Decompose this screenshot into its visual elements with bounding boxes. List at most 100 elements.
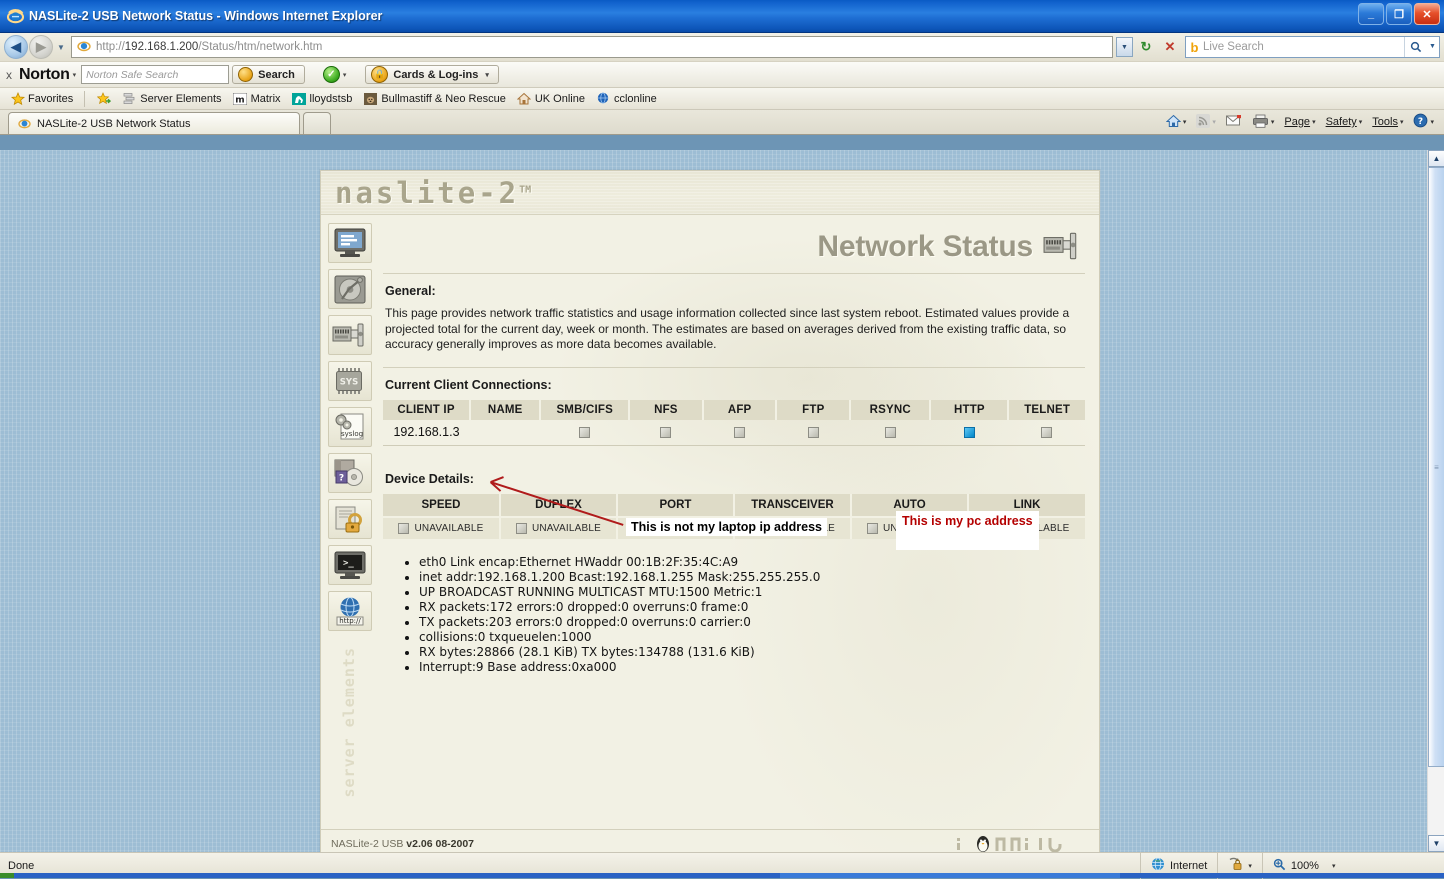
cell-http [930,420,1008,446]
window-title: NASLite-2 USB Network Status - Windows I… [29,9,382,23]
norton-brand-caret[interactable]: ▾ [73,71,77,79]
maximize-button[interactable]: ❐ [1386,3,1412,25]
col-nfs: NFS [629,400,703,420]
favorite-server-elements[interactable]: Server Elements [118,90,225,107]
feeds-caret[interactable]: ▾ [1212,118,1216,126]
server-elements-watermark: server elements [342,647,358,797]
favorite-lloydstsb[interactable]: lloydstsb [288,90,357,107]
device-details-heading: Device Details: [385,472,1085,486]
norton-search-button-label: Search [258,69,295,81]
favorites-button[interactable]: Favorites [6,90,77,107]
safety-menu-caret[interactable]: ▾ [1359,118,1363,126]
list-item: RX packets:172 errors:0 dropped:0 overru… [419,600,1085,615]
trademark-mark: TM [519,184,531,195]
sidebar-item-network-status[interactable] [328,315,372,355]
sidebar-item-security[interactable] [328,499,372,539]
help-icon: ? [1413,113,1428,131]
led-speed [398,523,409,534]
norton-safe-search-input[interactable]: Norton Safe Search [81,65,229,84]
tab-naslite-status[interactable]: NASLite-2 USB Network Status [8,112,300,134]
search-submit-icon[interactable] [1404,37,1426,57]
favorite-cclonline[interactable]: cclonline [592,90,661,107]
svg-text:>_: >_ [343,559,354,569]
sidebar-item-system-status[interactable] [328,223,372,263]
footer-version: v2.06 08-2007 [406,838,474,850]
footer-product: NASLite-2 USB [331,838,403,850]
favorite-bullmastiff[interactable]: Bullmastiff & Neo Rescue [359,90,510,107]
print-caret[interactable]: ▾ [1271,118,1275,126]
help-menu-caret[interactable]: ▾ [1430,118,1434,126]
favorite-label: cclonline [614,93,657,105]
refresh-button[interactable]: ↻ [1135,36,1157,58]
page-title-row: Network Status [383,223,1085,271]
norton-cards-logins-button[interactable]: 🔒 Cards & Log-ins ▾ [365,65,498,84]
page-favicon [77,39,93,55]
address-dropdown-button[interactable]: ▼ [1116,37,1133,57]
scroll-up-button[interactable]: ▲ [1428,150,1444,167]
back-button[interactable]: ◀ [4,35,28,59]
norton-cards-caret[interactable]: ▾ [485,71,489,79]
home-button[interactable]: ▾ [1162,113,1191,132]
safety-menu-button[interactable]: Safety ▾ [1322,115,1367,129]
live-search-box[interactable]: b Live Search ▼ [1185,36,1440,58]
print-button[interactable]: ▾ [1248,113,1279,132]
sidebar-item-web[interactable]: http:// [328,591,372,631]
add-to-favorites-bar-button[interactable] [92,90,115,107]
list-item: RX bytes:28866 (28.1 KiB) TX bytes:13478… [419,645,1085,660]
mail-icon [1226,114,1242,130]
norton-status-caret[interactable]: ▾ [343,71,347,79]
norton-search-button[interactable]: Search [232,65,305,84]
help-menu-button[interactable]: ? ▾ [1409,112,1438,132]
window-title-bar[interactable]: NASLite-2 USB Network Status - Windows I… [0,0,1444,33]
minimize-button[interactable]: _ [1358,3,1384,25]
scrollbar-thumb[interactable]: ≡ [1428,167,1444,767]
forward-button[interactable]: ▶ [29,35,53,59]
scroll-down-button[interactable]: ▼ [1428,835,1444,852]
norton-close-icon[interactable]: x [6,68,12,82]
feeds-button[interactable]: ▾ [1192,113,1220,132]
list-item: eth0 Link encap:Ethernet HWaddr 00:1B:2F… [419,555,1085,570]
live-search-placeholder[interactable]: Live Search [1203,41,1404,53]
close-button[interactable]: ✕ [1414,3,1440,25]
client-connections-table: CLIENT IP NAME SMB/CIFS NFS AFP FTP RSYN… [383,400,1085,446]
svg-text:http://: http:// [339,617,361,625]
norton-status-group[interactable]: ✓ ▾ [323,66,352,83]
address-text[interactable]: http://192.168.1.200/Status/htm/network.… [96,41,1110,53]
window-controls[interactable]: _ ❐ ✕ [1358,3,1440,25]
sidebar-item-system-config[interactable]: SYS [328,361,372,401]
tools-menu-button[interactable]: Tools ▾ [1368,115,1407,129]
new-tab-button[interactable] [303,112,331,134]
address-bar[interactable]: http://192.168.1.200/Status/htm/network.… [71,36,1113,58]
cell-telnet [1008,420,1085,446]
col-port: PORT [617,494,734,517]
stop-button[interactable]: ✕ [1159,36,1181,58]
protected-mode-caret[interactable]: ▾ [1248,862,1252,870]
sidebar-item-console[interactable]: >_ [328,545,372,585]
list-item: inet addr:192.168.1.200 Bcast:192.168.1.… [419,570,1085,585]
list-item: collisions:0 txqueuelen:1000 [419,630,1085,645]
terminal-icon: >_ [333,550,367,580]
security-zone-label: Internet [1170,860,1207,872]
favorite-uk-online[interactable]: UK Online [513,90,589,107]
sidebar-item-help[interactable]: ? [328,453,372,493]
address-protocol: http:// [96,41,125,53]
zoom-level-label: 100% [1291,860,1319,872]
recent-pages-caret[interactable]: ▼ [54,43,68,52]
tools-menu-caret[interactable]: ▾ [1400,118,1404,126]
page-menu-caret[interactable]: ▾ [1312,118,1316,126]
led-rsync [885,427,896,438]
page-menu-button[interactable]: Page ▾ [1280,115,1319,129]
search-dropdown-caret[interactable]: ▼ [1426,37,1439,57]
led-nfs [660,427,671,438]
norton-toolbar: x Norton ▾ Norton Safe Search Search ✓ ▾… [0,62,1444,88]
vertical-scrollbar[interactable]: ▲ ≡ ▼ [1427,150,1444,852]
svg-text:SYS: SYS [340,378,358,388]
sidebar-item-disk-status[interactable] [328,269,372,309]
col-name: NAME [470,400,540,420]
zoom-caret[interactable]: ▾ [1332,862,1336,870]
home-caret[interactable]: ▾ [1183,118,1187,126]
svg-text:?: ? [339,474,344,484]
favorite-matrix[interactable]: m Matrix [229,90,285,107]
mail-button[interactable] [1222,113,1246,131]
sidebar-item-syslog[interactable]: syslog [328,407,372,447]
